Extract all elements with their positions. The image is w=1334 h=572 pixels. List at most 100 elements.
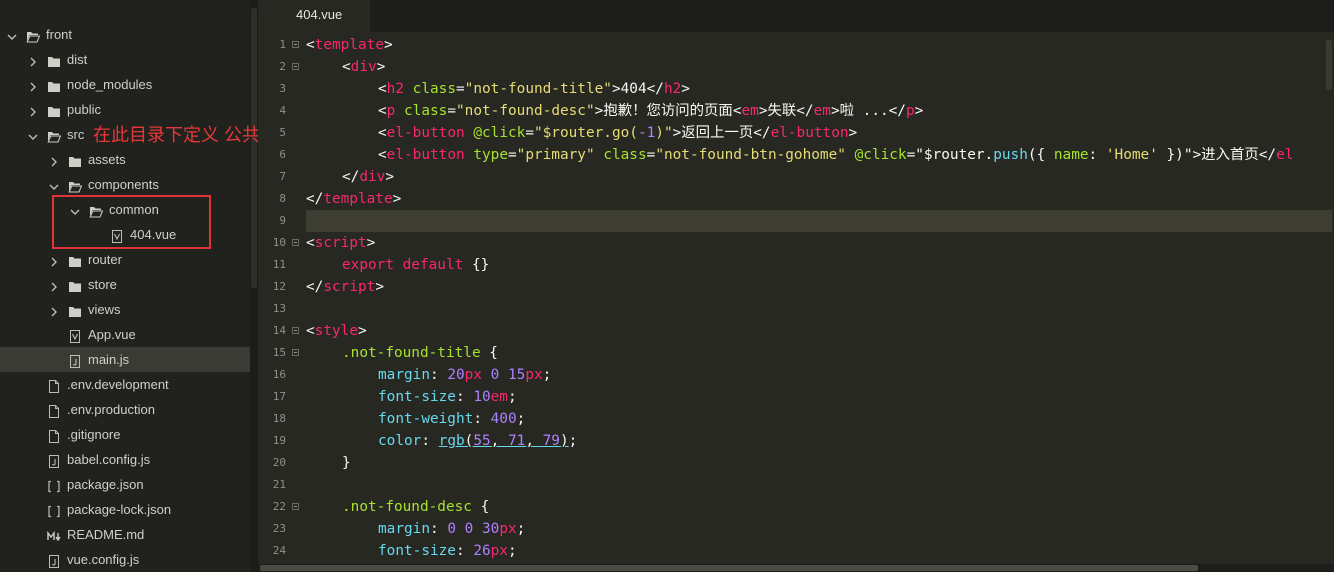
code-line-5: <el-button @click="$router.go(-1)">返回上一页… bbox=[378, 125, 858, 141]
chevron-down-icon[interactable] bbox=[28, 128, 38, 140]
folder-icon bbox=[47, 103, 61, 117]
line-number: 23 bbox=[272, 522, 286, 535]
line-number: 21 bbox=[272, 478, 286, 491]
line-number: 22 bbox=[272, 500, 286, 513]
code-line-22: .not-found-desc { bbox=[342, 499, 490, 515]
line-number: 3 bbox=[279, 82, 286, 95]
tree-item[interactable]: front bbox=[0, 22, 250, 47]
tree-item[interactable]: components bbox=[0, 172, 250, 197]
tree-item[interactable]: babel.config.js bbox=[0, 447, 250, 472]
tree-item[interactable]: assets bbox=[0, 147, 250, 172]
code-line-24: font-size: 26px; bbox=[378, 543, 517, 559]
code-line-1: <template> bbox=[306, 37, 393, 53]
file-icon bbox=[47, 403, 61, 418]
tree-item[interactable]: views bbox=[0, 297, 250, 322]
line-number: 13 bbox=[272, 302, 286, 315]
line-number: 6 bbox=[279, 148, 286, 161]
tree-item[interactable]: vue.config.js bbox=[0, 547, 250, 572]
code-line-15: .not-found-title { bbox=[342, 345, 498, 361]
fold-toggle-icon[interactable] bbox=[292, 327, 299, 334]
code-line-12: </script> bbox=[306, 279, 384, 295]
code-line-14: <style> bbox=[306, 323, 367, 339]
folder-icon bbox=[68, 153, 82, 167]
tree-item[interactable]: dist bbox=[0, 47, 250, 72]
tree-item[interactable]: main.js bbox=[0, 347, 250, 372]
code-line-10: <script> bbox=[306, 235, 376, 251]
code-line-7: </div> bbox=[342, 169, 394, 185]
fold-toggle-icon[interactable] bbox=[292, 41, 299, 48]
code-line-17: font-size: 10em; bbox=[378, 389, 517, 405]
line-number: 17 bbox=[272, 390, 286, 403]
tree-item[interactable]: .gitignore bbox=[0, 422, 250, 447]
code-line-18: font-weight: 400; bbox=[378, 411, 526, 427]
file-icon bbox=[47, 378, 61, 393]
tree-item[interactable]: public bbox=[0, 97, 250, 122]
fold-toggle-icon[interactable] bbox=[292, 239, 299, 246]
folder-open-icon bbox=[47, 128, 62, 143]
vertical-scrollbar-thumb[interactable] bbox=[1326, 40, 1332, 90]
tree-item-label: src bbox=[67, 127, 85, 142]
code-line-4: <p class="not-found-desc">抱歉！您访问的页面<em>失… bbox=[378, 103, 924, 119]
tree-item-label: App.vue bbox=[88, 327, 136, 342]
tree-item[interactable]: README.md bbox=[0, 522, 250, 547]
tree-item-label: front bbox=[46, 27, 73, 42]
sidebar-scrollbar-thumb[interactable] bbox=[251, 8, 257, 288]
tree-item[interactable]: package-lock.json bbox=[0, 497, 250, 522]
line-number: 20 bbox=[272, 456, 286, 469]
code-line-16: margin: 20px 0 15px; bbox=[378, 367, 552, 383]
tree-item[interactable]: package.json bbox=[0, 472, 250, 497]
tree-item[interactable]: .env.production bbox=[0, 397, 250, 422]
json-file-icon bbox=[47, 503, 61, 518]
code-line-6: <el-button type="primary" class="not-fou… bbox=[378, 147, 1294, 163]
tab-bar: 404.vue bbox=[258, 0, 1334, 32]
tree-item-label: assets bbox=[88, 152, 126, 167]
tree-item-label: babel.config.js bbox=[67, 452, 151, 467]
vue-file-icon bbox=[68, 328, 82, 343]
line-number: 1 bbox=[279, 38, 286, 51]
chevron-right-icon[interactable] bbox=[49, 278, 57, 292]
folder-icon bbox=[68, 303, 82, 317]
line-number: 2 bbox=[279, 60, 286, 73]
fold-toggle-icon[interactable] bbox=[292, 349, 299, 356]
chevron-down-icon[interactable] bbox=[7, 28, 17, 40]
annotation-note: 在此目录下定义 公共组件 bbox=[93, 125, 258, 145]
markdown-file-icon bbox=[47, 528, 61, 542]
chevron-right-icon[interactable] bbox=[28, 78, 36, 92]
chevron-down-icon[interactable] bbox=[49, 178, 59, 190]
chevron-right-icon[interactable] bbox=[49, 303, 57, 317]
tab-label: 404.vue bbox=[296, 7, 343, 22]
file-icon bbox=[47, 428, 61, 443]
tree-item[interactable]: .env.development bbox=[0, 372, 250, 397]
chevron-right-icon[interactable] bbox=[49, 253, 57, 267]
tree-item[interactable]: App.vue bbox=[0, 322, 250, 347]
code-line-11: export default {} bbox=[342, 257, 490, 273]
line-number: 7 bbox=[279, 170, 286, 183]
tree-item[interactable]: node_modules bbox=[0, 72, 250, 97]
tree-item-label: views bbox=[88, 302, 121, 317]
tree-item-label: vue.config.js bbox=[67, 552, 140, 567]
fold-toggle-icon[interactable] bbox=[292, 63, 299, 70]
line-number: 10 bbox=[272, 236, 286, 249]
tree-item-label: .gitignore bbox=[67, 427, 121, 442]
fold-toggle-icon[interactable] bbox=[292, 503, 299, 510]
code-line-20: } bbox=[342, 455, 351, 471]
horizontal-scrollbar-thumb[interactable] bbox=[260, 565, 1198, 571]
tree-item[interactable]: store bbox=[0, 272, 250, 297]
code-line-9-current bbox=[306, 210, 1332, 232]
chevron-right-icon[interactable] bbox=[49, 153, 57, 167]
line-number: 11 bbox=[272, 258, 286, 271]
code-line-2: <div> bbox=[342, 59, 386, 75]
code-area[interactable]: <template> <div> <h2 class="not-found-ti… bbox=[306, 32, 1334, 564]
tree-item[interactable]: router bbox=[0, 247, 250, 272]
tree-item-label: README.md bbox=[67, 527, 145, 542]
tab-404-vue[interactable]: 404.vue bbox=[258, 0, 370, 32]
folder-icon bbox=[68, 253, 82, 267]
line-number: 5 bbox=[279, 126, 286, 139]
file-tree-sidebar: front dist node_modules public src assets comp… bbox=[0, 0, 258, 572]
tree-item-label: .env.development bbox=[67, 377, 169, 392]
line-number: 4 bbox=[279, 104, 286, 117]
editor-window: front dist node_modules public src assets comp… bbox=[0, 0, 1334, 572]
chevron-right-icon[interactable] bbox=[28, 103, 36, 117]
line-number-gutter: 1 2 3 4 5 6 7 8 9 10 11 12 13 14 15 16 17 18 19 20 21 22 23 24 bbox=[258, 32, 306, 564]
chevron-right-icon[interactable] bbox=[28, 53, 36, 67]
